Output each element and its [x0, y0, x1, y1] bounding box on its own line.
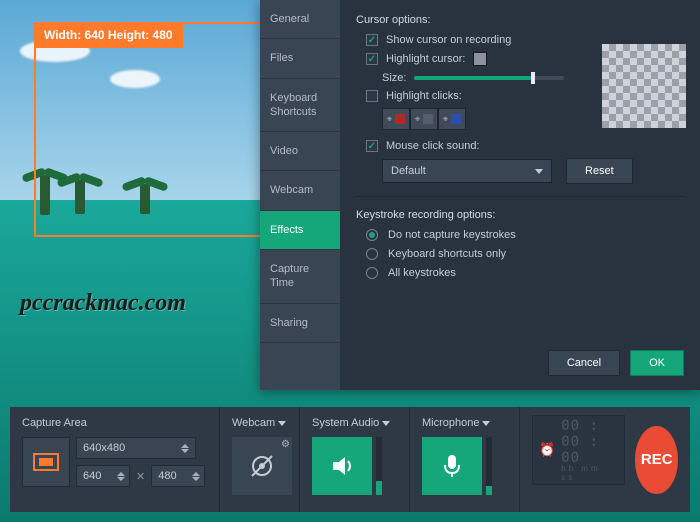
- tab-general[interactable]: General: [260, 0, 340, 39]
- highlight-clicks-label: Highlight clicks:: [386, 90, 462, 102]
- cancel-button[interactable]: Cancel: [548, 350, 620, 376]
- resolution-dropdown[interactable]: 640x480: [76, 437, 196, 459]
- radio-shortcuts-only-label: Keyboard shortcuts only: [388, 248, 506, 260]
- cursor-preview: [602, 44, 686, 128]
- gear-icon[interactable]: ⚙: [281, 439, 290, 450]
- timer-value: 00 : 00 : 00: [561, 418, 618, 466]
- click-sound-dropdown[interactable]: Default: [382, 159, 552, 183]
- cursor-size-slider[interactable]: [414, 76, 564, 80]
- chevron-down-icon: [535, 169, 543, 174]
- screen-region-icon: [33, 453, 59, 471]
- resolution-value: 640x480: [83, 442, 125, 454]
- left-click-color[interactable]: ⌖: [382, 108, 410, 130]
- mouse-icon: ⌖: [387, 114, 393, 125]
- webcam-toggle[interactable]: ⚙: [232, 437, 292, 495]
- tab-keyboard-shortcuts[interactable]: Keyboard Shortcuts: [260, 79, 340, 133]
- microphone-toggle[interactable]: [422, 437, 482, 495]
- dimension-separator: ✕: [136, 470, 145, 483]
- radio-shortcuts-only[interactable]: [366, 248, 378, 260]
- click-sound-value: Default: [391, 165, 426, 177]
- chevron-down-icon[interactable]: [278, 421, 286, 426]
- show-cursor-label: Show cursor on recording: [386, 34, 511, 46]
- radio-all-keystrokes[interactable]: [366, 267, 378, 279]
- alarm-clock-icon: ⏰: [539, 442, 555, 458]
- capture-dimensions-badge: Width: 640 Height: 480: [34, 22, 183, 48]
- tab-sharing[interactable]: Sharing: [260, 304, 340, 343]
- mouse-click-sound-checkbox[interactable]: [366, 140, 378, 152]
- microphone-title: Microphone: [422, 417, 507, 429]
- system-audio-level: [376, 437, 382, 495]
- radio-no-keystrokes[interactable]: [366, 229, 378, 241]
- highlight-cursor-checkbox[interactable]: [366, 53, 378, 65]
- tab-video[interactable]: Video: [260, 132, 340, 171]
- highlight-cursor-label: Highlight cursor:: [386, 53, 465, 65]
- tab-capture-time[interactable]: Capture Time: [260, 250, 340, 304]
- settings-dialog: General Files Keyboard Shortcuts Video W…: [260, 0, 700, 390]
- chevron-down-icon[interactable]: [482, 421, 490, 426]
- microphone-icon: [442, 453, 462, 479]
- microphone-level: [486, 437, 492, 495]
- record-button[interactable]: REC: [635, 426, 678, 494]
- middle-click-color[interactable]: ⌖: [410, 108, 438, 130]
- size-label: Size:: [382, 72, 406, 84]
- highlight-cursor-color[interactable]: [473, 52, 487, 66]
- highlight-clicks-checkbox[interactable]: [366, 90, 378, 102]
- keystroke-options-title: Keystroke recording options:: [356, 209, 684, 221]
- mouse-icon: ⌖: [443, 114, 449, 125]
- radio-all-keystrokes-label: All keystrokes: [388, 267, 456, 279]
- capture-region-overlay[interactable]: Width: 640 Height: 480: [34, 22, 279, 237]
- height-input[interactable]: 480: [151, 465, 205, 487]
- tab-webcam[interactable]: Webcam: [260, 171, 340, 210]
- tab-files[interactable]: Files: [260, 39, 340, 78]
- timer-units: hh mm ss: [561, 464, 618, 482]
- webcam-title: Webcam: [232, 417, 287, 429]
- select-area-button[interactable]: [22, 437, 70, 487]
- mouse-icon: ⌖: [415, 114, 421, 125]
- width-value: 640: [83, 470, 101, 482]
- chevron-down-icon[interactable]: [382, 421, 390, 426]
- divider: [356, 196, 684, 197]
- mouse-click-sound-label: Mouse click sound:: [386, 140, 480, 152]
- height-value: 480: [158, 470, 176, 482]
- capture-area-title: Capture Area: [22, 417, 207, 429]
- right-click-color[interactable]: ⌖: [438, 108, 466, 130]
- scheduler-button[interactable]: ⏰ 00 : 00 : 00 hh mm ss: [532, 415, 625, 485]
- cursor-options-title: Cursor options:: [356, 14, 684, 26]
- system-audio-toggle[interactable]: [312, 437, 372, 495]
- webcam-off-icon: [248, 452, 276, 480]
- tab-effects[interactable]: Effects: [260, 211, 340, 250]
- width-input[interactable]: 640: [76, 465, 130, 487]
- system-audio-title: System Audio: [312, 417, 397, 429]
- speaker-icon: [329, 453, 355, 479]
- effects-panel: Cursor options: Show cursor on recording…: [340, 0, 700, 390]
- settings-tabs: General Files Keyboard Shortcuts Video W…: [260, 0, 340, 390]
- ok-button[interactable]: OK: [630, 350, 684, 376]
- capture-toolbar: Capture Area 640x480 640 ✕ 480: [10, 407, 690, 512]
- reset-button[interactable]: Reset: [566, 158, 633, 184]
- radio-no-keystrokes-label: Do not capture keystrokes: [388, 229, 516, 241]
- show-cursor-checkbox[interactable]: [366, 34, 378, 46]
- watermark-text: pccrackmac.com: [20, 290, 186, 317]
